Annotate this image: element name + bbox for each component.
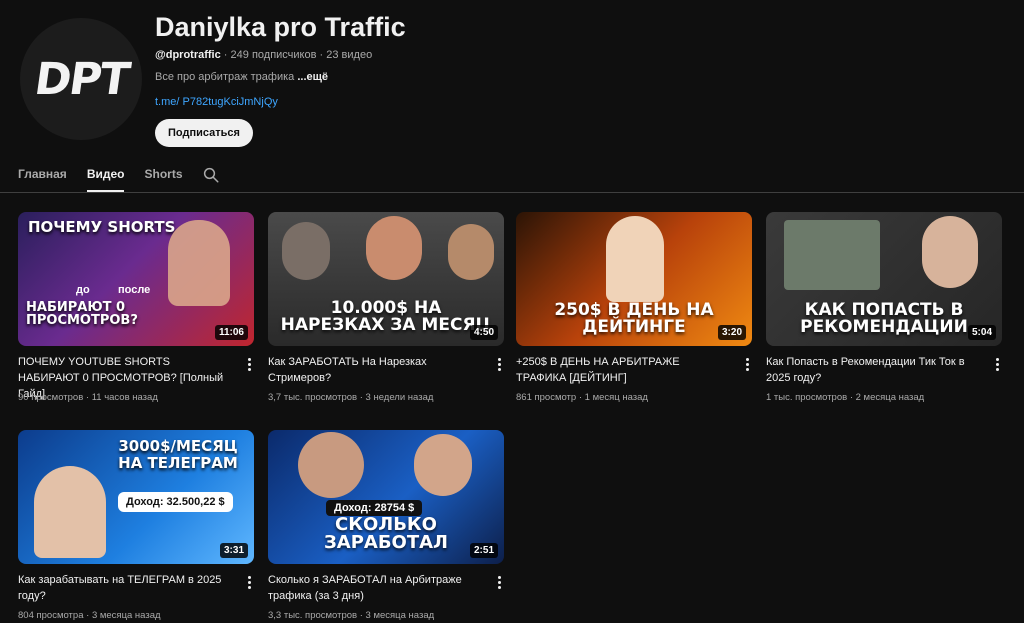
video-duration: 4:50: [469, 325, 498, 340]
tabs-divider: [0, 192, 1024, 193]
subscriber-count: 249 подписчиков: [230, 49, 317, 61]
video-title[interactable]: Как Попасть в Рекомендации Тик Ток в 202…: [766, 354, 976, 386]
video-thumbnail[interactable]: ПОЧЕМУ SHORTS до после НАБИРАЮТ 0 ПРОСМО…: [18, 212, 254, 346]
video-duration: 2:51: [469, 543, 498, 558]
tab-videos[interactable]: Видео: [86, 160, 125, 192]
description-more-link[interactable]: ...ещё: [297, 71, 328, 83]
channel-meta: @dprotraffic · 249 подписчиков · 23 виде…: [155, 49, 373, 61]
channel-avatar[interactable]: DPT: [20, 18, 142, 140]
video-title[interactable]: +250$ В ДЕНЬ НА АРБИТРАЖЕ ТРАФИКА [ДЕЙТИ…: [516, 354, 726, 386]
channel-description[interactable]: Все про арбитраж трафика ...ещё: [155, 71, 328, 83]
more-vert-icon[interactable]: [493, 574, 505, 590]
video-thumbnail[interactable]: КАК ПОПАСТЬ В РЕКОМЕНДАЦИИ 5:04: [766, 212, 1002, 346]
thumb-caption: 250$ В ДЕНЬ НА ДЕЙТИНГЕ: [554, 300, 714, 337]
thumb-person: [448, 224, 494, 280]
more-vert-icon[interactable]: [741, 356, 753, 372]
video-duration: 3:20: [717, 325, 746, 340]
video-title[interactable]: Как ЗАРАБОТАТЬ На Нарезках Стримеров?: [268, 354, 478, 386]
video-meta: 3,3 тыс. просмотров · 3 месяца назад: [268, 610, 435, 621]
channel-tabs: Главная Видео Shorts: [18, 160, 203, 192]
video-title[interactable]: Сколько я ЗАРАБОТАЛ на Арбитраже трафика…: [268, 572, 478, 604]
thumb-person: [606, 216, 664, 302]
thumb-person: [414, 434, 472, 496]
video-meta: 90 просмотров · 11 часов назад: [18, 392, 158, 403]
thumb-heading: 3000$/МЕСЯЦ НА ТЕЛЕГРАМ: [118, 437, 238, 472]
video-thumbnail[interactable]: 10.000$ НА НАРЕЗКАХ ЗА МЕСЯЦ 4:50: [268, 212, 504, 346]
video-meta: 3,7 тыс. просмотров · 3 недели назад: [268, 392, 434, 403]
video-thumbnail[interactable]: 250$ В ДЕНЬ НА ДЕЙТИНГЕ 3:20: [516, 212, 752, 346]
subscribe-button[interactable]: Подписаться: [155, 119, 253, 147]
thumb-caption: НАБИРАЮТ 0 ПРОСМОТРОВ?: [26, 299, 138, 329]
video-meta: 804 просмотра · 3 месяца назад: [18, 610, 161, 621]
thumb-person: [366, 216, 422, 280]
video-thumbnail[interactable]: Доход: 28754 $ СКОЛЬКО ЗАРАБОТАЛ 2:51: [268, 430, 504, 564]
more-vert-icon[interactable]: [493, 356, 505, 372]
thumb-caption: 10.000$ НА НАРЕЗКАХ ЗА МЕСЯЦ: [280, 298, 492, 335]
thumb-income-badge: Доход: 32.500,22 $: [118, 492, 233, 512]
more-vert-icon[interactable]: [243, 356, 255, 372]
thumb-label-before: до: [76, 284, 90, 296]
thumb-person: [922, 216, 978, 288]
tab-shorts[interactable]: Shorts: [144, 160, 182, 185]
video-duration: 5:04: [967, 325, 996, 340]
thumb-person: [34, 466, 106, 558]
channel-link[interactable]: t.me/ P782tugKciJmNjQy: [155, 96, 278, 108]
video-title[interactable]: Как зарабатывать на ТЕЛЕГРАМ в 2025 году…: [18, 572, 228, 604]
thumb-caption: СКОЛЬКО ЗАРАБОТАЛ: [323, 514, 449, 553]
video-duration: 3:31: [219, 543, 248, 558]
video-duration: 11:06: [214, 325, 248, 340]
channel-name: Daniylka pro Traffic: [155, 12, 406, 42]
video-meta: 1 тыс. просмотров · 2 месяца назад: [766, 392, 925, 403]
search-icon[interactable]: [202, 166, 220, 184]
thumb-person: [298, 432, 364, 498]
channel-handle: @dprotraffic: [155, 49, 221, 61]
video-meta: 861 просмотр · 1 месяц назад: [516, 392, 648, 403]
more-vert-icon[interactable]: [991, 356, 1003, 372]
video-count: 23 видео: [326, 49, 373, 61]
thumb-heading: ПОЧЕМУ SHORTS: [28, 218, 176, 236]
thumb-screenshot: [784, 220, 880, 290]
avatar-logo-text: DPT: [31, 53, 131, 105]
thumb-person: [282, 222, 330, 280]
tab-home[interactable]: Главная: [18, 160, 67, 185]
thumb-label-after: после: [118, 284, 151, 296]
thumb-caption: КАК ПОПАСТЬ В РЕКОМЕНДАЦИИ: [800, 300, 968, 337]
more-vert-icon[interactable]: [243, 574, 255, 590]
video-thumbnail[interactable]: 3000$/МЕСЯЦ НА ТЕЛЕГРАМ Доход: 32.500,22…: [18, 430, 254, 564]
thumb-person: [168, 220, 230, 306]
